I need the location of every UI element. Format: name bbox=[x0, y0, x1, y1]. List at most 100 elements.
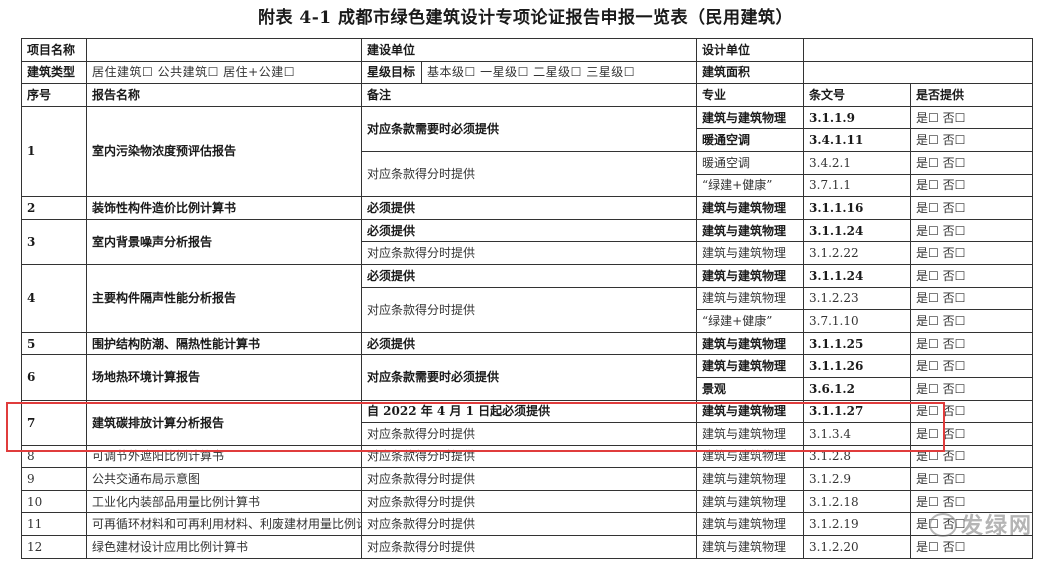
col-report: 报告名称 bbox=[86, 83, 362, 107]
provided-checkbox[interactable]: 是☐ 否☐ bbox=[910, 218, 1034, 243]
row-discipline: 建筑与建筑物理 bbox=[696, 535, 805, 559]
design-unit-label: 设计单位 bbox=[696, 38, 805, 62]
row-no: 4 bbox=[21, 263, 87, 333]
row-note: 对应条款得分时提供 bbox=[360, 467, 698, 491]
col-clause: 条文号 bbox=[803, 83, 912, 107]
table-row: 12 绿色建材设计应用比例计算书 对应条款得分时提供 建筑与建筑物理 3.1.2… bbox=[21, 535, 1034, 559]
row-note: 对应条款得分时提供 bbox=[360, 535, 698, 559]
building-type-checkboxes[interactable]: 居住建筑☐ 公共建筑☐ 居住+公建☐ bbox=[86, 60, 362, 85]
row-clause: 3.1.1.16 bbox=[803, 196, 912, 220]
row-discipline: 建筑与建筑物理 bbox=[696, 489, 805, 514]
provided-checkbox[interactable]: 是☐ 否☐ bbox=[910, 128, 1034, 152]
row-report-name: 场地热环境计算报告 bbox=[86, 354, 362, 401]
table-row: 3 室内背景噪声分析报告 必须提供 建筑与建筑物理 3.1.1.24 是☐ 否☐ bbox=[21, 218, 1034, 265]
row-clause: 3.1.2.9 bbox=[803, 467, 912, 491]
provided-checkbox[interactable]: 是☐ 否☐ bbox=[910, 444, 1034, 469]
star-goal-checkboxes[interactable]: 基本级☐ 一星级☐ 二星级☐ 三星级☐ bbox=[420, 60, 698, 85]
watermark: 发绿网 bbox=[928, 508, 1033, 540]
building-area-label: 建筑面积 bbox=[696, 60, 805, 85]
row-report-name: 工业化内装部品用量比例计算书 bbox=[86, 489, 362, 514]
table-row: 10 工业化内装部品用量比例计算书 对应条款得分时提供 建筑与建筑物理 3.1.… bbox=[21, 489, 1034, 514]
row-clause: 3.1.1.25 bbox=[803, 331, 912, 356]
provided-checkbox[interactable]: 是☐ 否☐ bbox=[910, 150, 1034, 175]
row-note: 必须提供 bbox=[360, 331, 698, 356]
row-clause: 3.1.2.23 bbox=[803, 286, 912, 311]
provided-checkbox[interactable]: 是☐ 否☐ bbox=[910, 173, 1034, 198]
row-clause: 3.1.2.20 bbox=[803, 535, 912, 559]
row-discipline: 建筑与建筑物理 bbox=[696, 218, 805, 243]
provided-checkbox[interactable]: 是☐ 否☐ bbox=[910, 399, 1034, 424]
provided-checkbox[interactable]: 是☐ 否☐ bbox=[910, 467, 1034, 491]
table-row: 2 装饰性构件造价比例计算书 必须提供 建筑与建筑物理 3.1.1.16 是☐ … bbox=[21, 196, 1034, 220]
building-area-field[interactable] bbox=[803, 60, 1034, 85]
row-report-name: 主要构件隔声性能分析报告 bbox=[86, 263, 362, 333]
provided-checkbox[interactable]: 是☐ 否☐ bbox=[910, 309, 1034, 333]
row-clause: 3.1.1.9 bbox=[803, 105, 912, 130]
build-unit-label: 建设单位 bbox=[360, 38, 698, 62]
table-row: 8 可调节外遮阳比例计算书 对应条款得分时提供 建筑与建筑物理 3.1.2.8 … bbox=[21, 444, 1034, 469]
row-note: 对应条款得分时提供 bbox=[360, 512, 698, 537]
row-clause: 3.1.2.18 bbox=[803, 489, 912, 514]
row-no: 3 bbox=[21, 218, 87, 265]
row-discipline: 建筑与建筑物理 bbox=[696, 286, 805, 311]
row-discipline: 景观 bbox=[696, 376, 805, 401]
row-discipline: 建筑与建筑物理 bbox=[696, 263, 805, 288]
row-report-name: 围护结构防潮、隔热性能计算书 bbox=[86, 331, 362, 356]
row-discipline: 建筑与建筑物理 bbox=[696, 512, 805, 537]
page-title: 附表 4-1 成都市绿色建筑设计专项论证报告申报一览表（民用建筑） bbox=[257, 8, 794, 28]
row-note: 必须提供 bbox=[360, 196, 698, 220]
col-discipline: 专业 bbox=[696, 83, 805, 107]
row-no: 11 bbox=[21, 512, 87, 537]
row-note: 对应条款得分时提供 bbox=[360, 422, 698, 446]
star-goal-label: 星级目标 bbox=[361, 60, 422, 85]
provided-checkbox[interactable]: 是☐ 否☐ bbox=[910, 241, 1034, 265]
row-note: 对应条款得分时提供 bbox=[360, 489, 698, 514]
row-discipline: 建筑与建筑物理 bbox=[696, 422, 805, 446]
provided-checkbox[interactable]: 是☐ 否☐ bbox=[910, 376, 1034, 401]
row-discipline: 暖通空调 bbox=[696, 150, 805, 175]
row-clause: 3.1.2.19 bbox=[803, 512, 912, 537]
col-note: 备注 bbox=[360, 83, 698, 107]
provided-checkbox[interactable]: 是☐ 否☐ bbox=[910, 422, 1034, 446]
row-note: 对应条款得分时提供 bbox=[360, 444, 698, 469]
row-clause: 3.7.1.10 bbox=[803, 309, 912, 333]
row-clause: 3.1.3.4 bbox=[803, 422, 912, 446]
design-unit-field[interactable] bbox=[803, 38, 1034, 62]
row-no: 7 bbox=[21, 399, 87, 446]
row-clause: 3.1.1.24 bbox=[803, 218, 912, 243]
row-discipline: 建筑与建筑物理 bbox=[696, 105, 805, 130]
row-report-name: 公共交通布局示意图 bbox=[86, 467, 362, 491]
provided-checkbox[interactable]: 是☐ 否☐ bbox=[910, 354, 1034, 378]
wechat-icon bbox=[928, 513, 957, 537]
row-note: 必须提供 bbox=[360, 218, 698, 243]
provided-checkbox[interactable]: 是☐ 否☐ bbox=[910, 263, 1034, 288]
col-provided: 是否提供 bbox=[910, 83, 1034, 107]
row-discipline: 建筑与建筑物理 bbox=[696, 467, 805, 491]
row-discipline: 建筑与建筑物理 bbox=[696, 444, 805, 469]
row-discipline: 建筑与建筑物理 bbox=[696, 354, 805, 378]
row-clause: 3.1.1.27 bbox=[803, 399, 912, 424]
info-row-1: 项目名称 建设单位 设计单位 bbox=[21, 38, 1034, 62]
provided-checkbox[interactable]: 是☐ 否☐ bbox=[910, 331, 1034, 356]
col-no: 序号 bbox=[21, 83, 87, 107]
project-name-field[interactable] bbox=[86, 38, 362, 62]
provided-checkbox[interactable]: 是☐ 否☐ bbox=[910, 286, 1034, 311]
building-type-label: 建筑类型 bbox=[21, 60, 87, 85]
row-no: 2 bbox=[21, 196, 87, 220]
provided-checkbox[interactable]: 是☐ 否☐ bbox=[910, 196, 1034, 220]
row-note: 必须提供 bbox=[360, 263, 698, 288]
row-clause: 3.4.1.11 bbox=[803, 128, 912, 152]
row-discipline: 建筑与建筑物理 bbox=[696, 196, 805, 220]
row-clause: 3.1.1.26 bbox=[803, 354, 912, 378]
row-note: 对应条款得分时提供 bbox=[360, 150, 698, 198]
row-note: 对应条款得分时提供 bbox=[360, 286, 698, 333]
table-row: 9 公共交通布局示意图 对应条款得分时提供 建筑与建筑物理 3.1.2.9 是☐… bbox=[21, 467, 1034, 491]
row-discipline: 建筑与建筑物理 bbox=[696, 399, 805, 424]
table-row: 7 建筑碳排放计算分析报告 自 2022 年 4 月 1 日起必须提供 建筑与建… bbox=[21, 399, 1034, 446]
provided-checkbox[interactable]: 是☐ 否☐ bbox=[910, 105, 1034, 130]
row-clause: 3.1.1.24 bbox=[803, 263, 912, 288]
row-report-name: 建筑碳排放计算分析报告 bbox=[86, 399, 362, 446]
row-clause: 3.1.2.22 bbox=[803, 241, 912, 265]
table-row: 11 可再循环材料和可再利用材料、利废建材用量比例计算书 对应条款得分时提供 建… bbox=[21, 512, 1034, 537]
row-note: 对应条款得分时提供 bbox=[360, 241, 698, 265]
